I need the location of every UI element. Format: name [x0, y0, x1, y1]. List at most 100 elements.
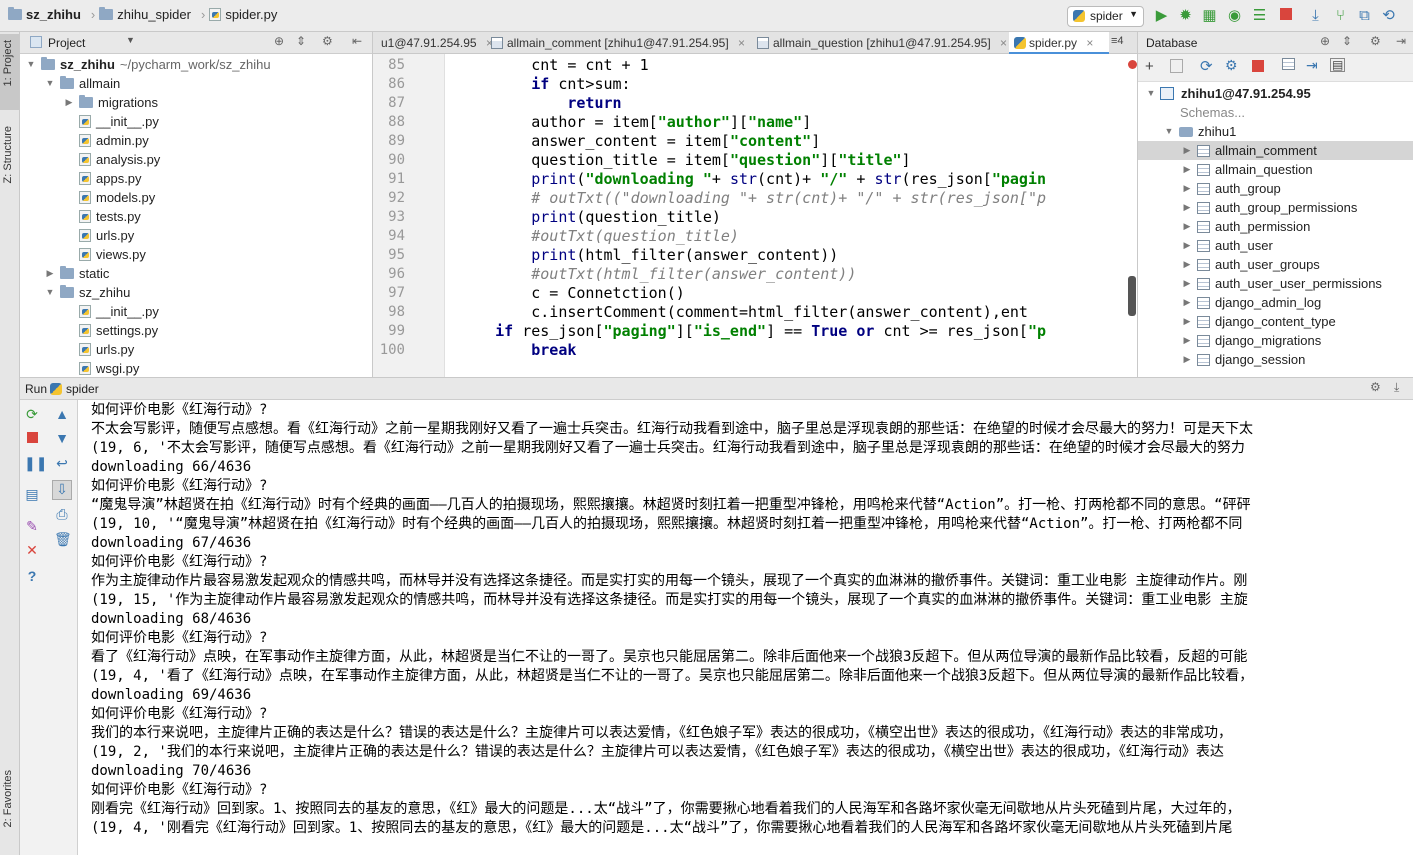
rerun-icon[interactable]: ⟳: [24, 406, 40, 422]
restore-layout-icon[interactable]: ▤: [24, 486, 40, 502]
db-table-row[interactable]: ▶ auth_group_permissions: [1138, 198, 1413, 217]
breadcrumb-item-project[interactable]: sz_zhihu: [26, 7, 81, 22]
debug-icon[interactable]: ✹: [1178, 8, 1193, 23]
code-line[interactable]: author = item["author"]["name"]: [459, 113, 811, 131]
collapsed-triangle-icon[interactable]: ▶: [1182, 331, 1192, 350]
tree-file-row[interactable]: urls.py: [64, 226, 134, 245]
code-line[interactable]: return: [459, 94, 621, 112]
expanded-triangle-icon[interactable]: ▼: [45, 283, 55, 302]
vcs-history-icon[interactable]: ⟲: [1381, 8, 1396, 23]
code-line[interactable]: break: [459, 341, 576, 359]
vcs-compare-icon[interactable]: ⧉: [1357, 8, 1372, 23]
tree-file-row[interactable]: tests.py: [64, 207, 141, 226]
tree-folder-row[interactable]: ▶ static: [45, 264, 109, 283]
stop-icon[interactable]: [1278, 8, 1293, 23]
help-icon[interactable]: ?: [24, 568, 40, 584]
tree-file-row[interactable]: admin.py: [64, 131, 149, 150]
db-table-row[interactable]: ▶ django_session: [1138, 350, 1413, 369]
collapsed-triangle-icon[interactable]: ▶: [1182, 312, 1192, 331]
tab-allmain-question[interactable]: allmain_question [zhihu1@47.91.254.95] ×: [753, 32, 1010, 54]
collapsed-triangle-icon[interactable]: ▶: [1182, 217, 1192, 236]
collapsed-triangle-icon[interactable]: ▶: [1182, 160, 1192, 179]
db-table-row[interactable]: ▶ django_admin_log: [1138, 293, 1413, 312]
breadcrumb-item-file[interactable]: spider.py: [225, 7, 277, 22]
profile-icon[interactable]: ◉: [1227, 8, 1242, 23]
db-table-row[interactable]: ▶ auth_permission: [1138, 217, 1413, 236]
refresh-icon[interactable]: ⟳: [1200, 57, 1213, 75]
tree-file-row[interactable]: __init__.py: [64, 302, 159, 321]
code-line[interactable]: if res_json["paging"]["is_end"] == True …: [459, 322, 1046, 340]
vcs-commit-icon[interactable]: ⑂: [1333, 8, 1348, 23]
soft-wrap-icon[interactable]: ↩: [54, 455, 70, 471]
code-area[interactable]: cnt = cnt + 1 if cnt>sum: return author …: [373, 54, 1137, 377]
db-table-row[interactable]: ▶ django_migrations: [1138, 331, 1413, 350]
code-line[interactable]: print("downloading "+ str(cnt)+ "/" + st…: [459, 170, 1046, 188]
schemas-link[interactable]: Schemas...: [1180, 103, 1245, 122]
pin-icon[interactable]: ✎: [24, 518, 40, 534]
tree-folder-row[interactable]: ▼ allmain: [45, 74, 120, 93]
gear-icon[interactable]: ⚙: [322, 34, 333, 48]
tree-file-row[interactable]: models.py: [64, 188, 155, 207]
collapsed-triangle-icon[interactable]: ▶: [1182, 141, 1192, 160]
collapsed-triangle-icon[interactable]: ▶: [1182, 179, 1192, 198]
pause-icon[interactable]: ❚❚: [24, 455, 47, 471]
db-root-row[interactable]: ▼ zhihu1@47.91.254.95: [1146, 84, 1311, 103]
db-table-row[interactable]: ▶ allmain_comment: [1138, 141, 1413, 160]
code-line[interactable]: # outTxt(("downloading "+ str(cnt)+ "/" …: [459, 189, 1046, 207]
collapsed-triangle-icon[interactable]: ▶: [1182, 350, 1192, 369]
structure-tool-label[interactable]: Z: Structure: [2, 126, 14, 183]
add-icon[interactable]: +: [1145, 58, 1154, 75]
trash-icon[interactable]: 🗑: [54, 531, 72, 547]
tree-file-row[interactable]: apps.py: [64, 169, 142, 188]
run-config-name[interactable]: spider: [66, 382, 99, 396]
favorites-tool-label[interactable]: 2: Favorites: [2, 770, 14, 827]
db-table-row[interactable]: ▶ auth_user_user_permissions: [1138, 274, 1413, 293]
hide-panel-icon[interactable]: ⇥: [1396, 34, 1406, 48]
stop-icon[interactable]: [1252, 60, 1264, 72]
collapsed-triangle-icon[interactable]: ▶: [1182, 198, 1192, 217]
run-console[interactable]: 如何评价电影《红海行动》? 不太会写影评，随便写点感想。看《红海行动》之前一星期我…: [78, 400, 1413, 855]
concurrency-icon[interactable]: ☰: [1252, 8, 1267, 23]
tab-allmain-comment[interactable]: allmain_comment [zhihu1@47.91.254.95] ×: [487, 32, 749, 54]
error-stripe-icon[interactable]: [1128, 60, 1137, 69]
code-line[interactable]: answer_content = item["content"]: [459, 132, 820, 150]
copy-icon[interactable]: [1170, 59, 1183, 73]
project-tool-label[interactable]: 1: Project: [2, 40, 14, 86]
code-line[interactable]: question_title = item["question"]["title…: [459, 151, 910, 169]
chevron-down-icon[interactable]: ▼: [126, 35, 135, 45]
hide-panel-icon[interactable]: ⤓: [1394, 380, 1399, 395]
db-table-row[interactable]: ▶ django_content_type: [1138, 312, 1413, 331]
tree-file-row[interactable]: settings.py: [64, 321, 158, 340]
project-panel-title[interactable]: Project: [48, 36, 85, 50]
close-icon[interactable]: ×: [1086, 36, 1093, 50]
scroll-to-end-icon[interactable]: ⇩: [52, 480, 72, 500]
gear-icon[interactable]: ⚙: [1370, 380, 1381, 394]
run-icon[interactable]: ▶: [1154, 8, 1169, 23]
collapsed-triangle-icon[interactable]: ▶: [1182, 255, 1192, 274]
code-line[interactable]: cnt = cnt + 1: [459, 56, 648, 74]
coverage-icon[interactable]: ▦: [1202, 8, 1217, 23]
scroll-down-icon[interactable]: ▼: [54, 430, 70, 446]
tabs-overflow-indicator[interactable]: ≡4: [1111, 35, 1124, 47]
gear-icon[interactable]: ⚙: [1370, 34, 1381, 48]
tree-folder-row[interactable]: ▶ migrations: [64, 93, 158, 112]
scroll-up-icon[interactable]: ▲: [54, 406, 70, 422]
run-panel-label[interactable]: Run: [25, 382, 47, 396]
db-table-row[interactable]: ▶ auth_user_groups: [1138, 255, 1413, 274]
collapsed-triangle-icon[interactable]: ▶: [64, 93, 74, 112]
table-view-icon[interactable]: [1282, 58, 1295, 73]
code-line[interactable]: #outTxt(question_title): [459, 227, 739, 245]
tree-file-row[interactable]: analysis.py: [64, 150, 160, 169]
close-icon[interactable]: ✕: [24, 542, 40, 558]
database-panel-title[interactable]: Database: [1146, 36, 1197, 50]
jump-to-editor-icon[interactable]: ⇥: [1306, 57, 1318, 74]
collapsed-triangle-icon[interactable]: ▶: [1182, 274, 1192, 293]
target-icon[interactable]: ⊕: [1320, 34, 1330, 48]
code-line[interactable]: c = Connetction(): [459, 284, 685, 302]
tree-file-row[interactable]: urls.py: [64, 340, 134, 359]
db-table-row[interactable]: ▶ allmain_question: [1138, 160, 1413, 179]
close-icon[interactable]: ×: [738, 36, 745, 50]
code-line[interactable]: print(question_title): [459, 208, 721, 226]
target-icon[interactable]: ⊕: [274, 34, 284, 48]
run-config-select[interactable]: spider ▼: [1067, 6, 1144, 27]
